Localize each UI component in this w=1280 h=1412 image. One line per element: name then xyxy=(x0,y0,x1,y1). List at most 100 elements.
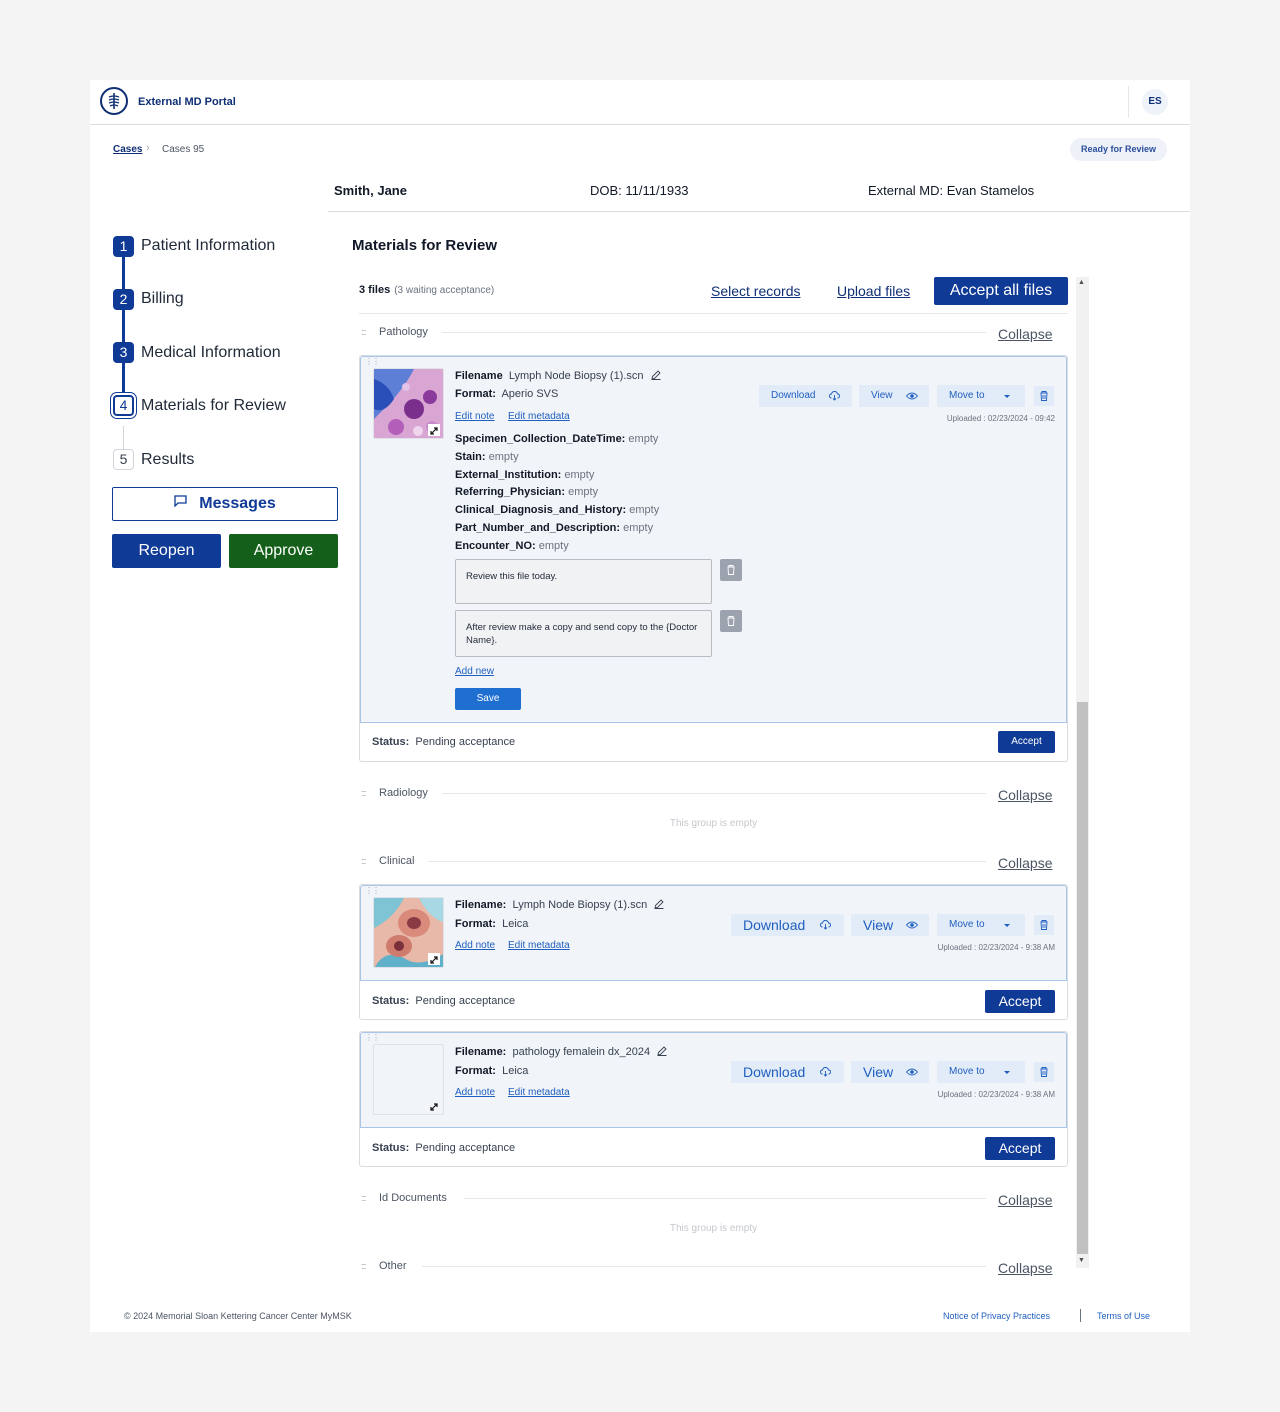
user-avatar[interactable]: ES xyxy=(1142,89,1168,115)
step-materials-for-review[interactable]: Materials for Review xyxy=(141,397,286,415)
scrollbar-thumb[interactable] xyxy=(1077,702,1088,1254)
metadata-key: Part_Number_and_Description: xyxy=(455,522,621,534)
file-card-body: ⋮⋮ Filename: pathology femalein dx_2024 … xyxy=(360,1032,1067,1128)
download-label: Download xyxy=(743,917,806,933)
accept-button[interactable]: Accept xyxy=(985,990,1055,1013)
pencil-icon[interactable] xyxy=(654,899,664,912)
trash-icon[interactable] xyxy=(1034,915,1054,935)
drag-handle-icon[interactable]: ::: xyxy=(361,1261,366,1271)
format-label: Format: xyxy=(455,918,496,930)
drag-handle-icon[interactable]: ::: xyxy=(361,856,366,866)
upload-files-link[interactable]: Upload files xyxy=(837,283,910,299)
metadata-key: Clinical_Diagnosis_and_History: xyxy=(455,504,627,516)
uploaded-timestamp: Uploaded : 02/23/2024 - 9:38 AM xyxy=(937,943,1055,952)
file-thumbnail[interactable] xyxy=(373,368,444,439)
move-to-dropdown[interactable]: Move to xyxy=(937,385,1025,407)
cloud-download-icon xyxy=(829,385,840,416)
messages-button[interactable]: Messages xyxy=(112,487,338,521)
view-button[interactable]: View xyxy=(859,385,929,407)
trash-icon[interactable] xyxy=(1034,1062,1054,1082)
scroll-up-icon[interactable]: ▲ xyxy=(1078,279,1085,286)
view-button[interactable]: View xyxy=(851,914,929,936)
view-button[interactable]: View xyxy=(851,1061,929,1083)
download-button[interactable]: Download xyxy=(731,914,844,936)
step-3-number[interactable]: 3 xyxy=(113,342,134,363)
step-5-number[interactable]: 5 xyxy=(113,449,134,470)
note-textarea[interactable]: After review make a copy and send copy t… xyxy=(455,610,712,657)
case-status-badge: Ready for Review xyxy=(1070,138,1167,161)
add-new-note-link[interactable]: Add new xyxy=(455,666,494,677)
accept-button[interactable]: Accept xyxy=(985,1137,1055,1160)
files-count-value: 3 files xyxy=(359,284,391,296)
edit-note-link[interactable]: Edit note xyxy=(455,411,494,422)
privacy-notice-link[interactable]: Notice of Privacy Practices xyxy=(943,1311,1050,1321)
add-note-link[interactable]: Add note xyxy=(455,1087,495,1098)
status-label: Status: xyxy=(372,995,410,1007)
filename-row: Filename Lymph Node Biopsy (1).scn xyxy=(455,370,661,383)
filename-label: Filename: xyxy=(455,899,507,911)
step-results[interactable]: Results xyxy=(141,451,194,469)
file-card-body: ⋮⋮ Filename: Lymph Node Biopsy (1).scn F… xyxy=(360,885,1067,981)
download-button[interactable]: Download xyxy=(731,1061,844,1083)
status-label: Status: xyxy=(372,736,410,748)
collapse-radiology-link[interactable]: Collapse xyxy=(998,787,1052,803)
drag-handle-icon[interactable]: ::: xyxy=(361,788,366,798)
files-waiting: (3 waiting acceptance) xyxy=(394,285,495,296)
collapse-clinical-link[interactable]: Collapse xyxy=(998,855,1052,871)
drag-handle-icon[interactable]: ::: xyxy=(361,327,366,337)
collapse-id-documents-link[interactable]: Collapse xyxy=(998,1192,1052,1208)
breadcrumb-cases-link[interactable]: Cases xyxy=(113,144,142,155)
collapse-other-link[interactable]: Collapse xyxy=(998,1260,1052,1276)
trash-icon[interactable] xyxy=(720,610,742,632)
trash-icon[interactable] xyxy=(720,559,742,581)
edit-metadata-link[interactable]: Edit metadata xyxy=(508,411,570,422)
drag-handle-icon[interactable]: ⋮⋮ xyxy=(365,358,380,366)
drag-handle-icon[interactable]: ⋮⋮ xyxy=(365,1034,380,1042)
external-md: External MD: Evan Stamelos xyxy=(868,183,1035,198)
group-divider xyxy=(464,1198,986,1199)
select-records-link[interactable]: Select records xyxy=(711,283,800,299)
metadata-value: empty xyxy=(538,540,569,552)
metadata-row: External_Institution: empty xyxy=(455,469,594,481)
note-textarea[interactable]: Review this file today. xyxy=(455,559,712,604)
drag-handle-icon[interactable]: ⋮⋮ xyxy=(365,887,380,895)
step-medical-information[interactable]: Medical Information xyxy=(141,344,281,362)
logo-icon[interactable] xyxy=(100,87,128,115)
add-note-link[interactable]: Add note xyxy=(455,940,495,951)
download-button[interactable]: Download xyxy=(759,385,852,407)
trash-icon[interactable] xyxy=(1034,386,1054,406)
move-to-dropdown[interactable]: Move to xyxy=(937,1061,1025,1083)
scroll-down-icon[interactable]: ▼ xyxy=(1078,1257,1085,1264)
pencil-icon[interactable] xyxy=(657,1046,667,1059)
caret-down-icon xyxy=(1003,1061,1011,1092)
step-2-number[interactable]: 2 xyxy=(113,289,134,310)
reopen-button[interactable]: Reopen xyxy=(112,534,221,568)
file-thumbnail[interactable] xyxy=(373,1044,444,1115)
approve-button[interactable]: Approve xyxy=(229,534,338,568)
pencil-icon[interactable] xyxy=(651,370,661,383)
expand-icon[interactable] xyxy=(428,953,440,965)
step-patient-information[interactable]: Patient Information xyxy=(141,237,275,255)
uploaded-timestamp: Uploaded : 02/23/2024 - 9:38 AM xyxy=(937,1090,1055,1099)
drag-handle-icon[interactable]: ::: xyxy=(361,1193,366,1203)
expand-icon[interactable] xyxy=(428,1100,440,1112)
header-divider xyxy=(1128,86,1129,118)
edit-metadata-link[interactable]: Edit metadata xyxy=(508,940,570,951)
metadata-value: empty xyxy=(623,522,654,534)
save-button[interactable]: Save xyxy=(455,688,521,710)
move-to-dropdown[interactable]: Move to xyxy=(937,914,1025,936)
edit-metadata-link[interactable]: Edit metadata xyxy=(508,1087,570,1098)
filename-value: Lymph Node Biopsy (1).scn xyxy=(508,370,644,382)
expand-icon[interactable] xyxy=(428,424,440,436)
terms-of-use-link[interactable]: Terms of Use xyxy=(1097,1311,1150,1321)
accept-all-files-button[interactable]: Accept all files xyxy=(934,277,1068,305)
step-1-number[interactable]: 1 xyxy=(113,236,134,257)
format-value: Leica xyxy=(502,1065,529,1077)
file-thumbnail[interactable] xyxy=(373,897,444,968)
step-billing[interactable]: Billing xyxy=(141,290,184,308)
group-divider xyxy=(422,1266,986,1267)
step-4-number[interactable]: 4 xyxy=(113,395,134,416)
collapse-pathology-link[interactable]: Collapse xyxy=(998,326,1052,342)
accept-button[interactable]: Accept xyxy=(998,731,1055,753)
status-value: Pending acceptance xyxy=(415,1142,516,1154)
